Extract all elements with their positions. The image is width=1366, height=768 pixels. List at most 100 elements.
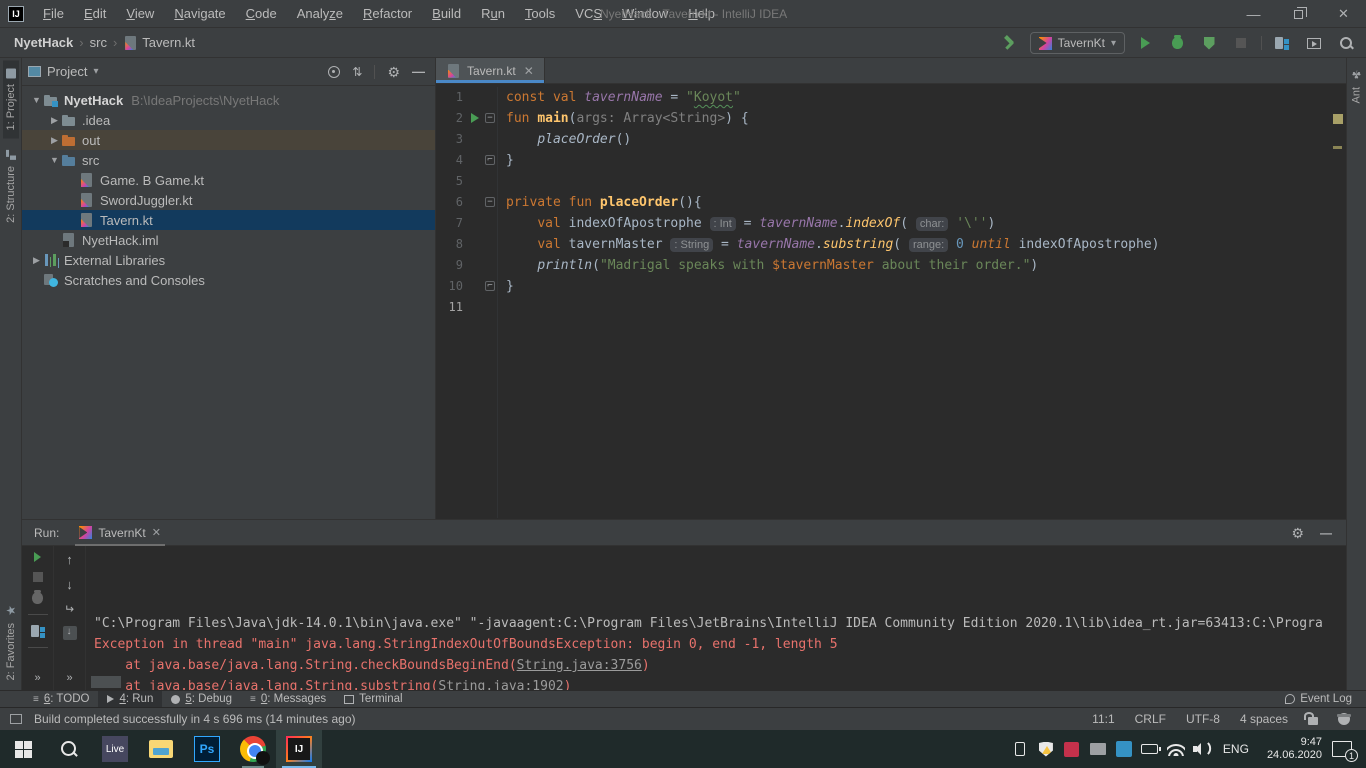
stop-button[interactable] (33, 572, 43, 582)
display-tray-icon[interactable] (1085, 730, 1111, 768)
taskbar-intellij[interactable]: IJ (276, 730, 322, 768)
event-log-button[interactable]: Event Log (1285, 693, 1366, 705)
messenger-tray-icon[interactable] (1111, 730, 1137, 768)
menu-refactor[interactable]: Refactor (354, 3, 421, 24)
wifi-tray-icon[interactable] (1163, 730, 1189, 768)
gear-icon[interactable]: ⚙ (1291, 526, 1304, 540)
fold-marker[interactable]: − (485, 113, 495, 123)
taskbar-live-app[interactable]: Live (92, 730, 138, 768)
run-line-icon[interactable] (471, 113, 479, 123)
scrollbar-thumb[interactable] (91, 676, 121, 688)
notification-center-button[interactable]: 1 (1332, 741, 1352, 757)
up-stack-trace-button[interactable]: ↑ (66, 552, 73, 567)
remote-app-tray-icon[interactable] (1059, 730, 1085, 768)
run-console[interactable]: "C:\Program Files\Java\jdk-14.0.1\bin\ja… (86, 546, 1346, 690)
code-editor[interactable]: 12−34⌐56−78910⌐11 const val tavernName =… (436, 84, 1346, 518)
tree-item-nyethack-iml[interactable]: NyetHack.iml (22, 230, 435, 250)
project-view-select[interactable]: Project ▾ (28, 64, 328, 79)
breadcrumb-item[interactable]: src (86, 33, 111, 52)
search-everywhere-button[interactable] (1334, 32, 1358, 54)
run-configuration-select[interactable]: TavernKt ▾ (1030, 32, 1125, 54)
editor-tab-tavern-kt[interactable]: Tavern.kt✕ (436, 58, 545, 83)
gear-icon[interactable]: ⚙ (387, 65, 400, 79)
menu-run[interactable]: Run (472, 3, 514, 24)
debug-button[interactable] (1165, 32, 1189, 54)
menu-navigate[interactable]: Navigate (165, 3, 234, 24)
usb-tray-icon[interactable] (1007, 730, 1033, 768)
rerun-failed-icon[interactable] (32, 592, 43, 604)
hide-panel-button[interactable]: — (1320, 526, 1332, 540)
toolwindow-button-5--debug[interactable]: 5: Debug (162, 691, 241, 708)
tree-item-external-libraries[interactable]: ▶External Libraries (22, 250, 435, 270)
toolwindow-button-0--messages[interactable]: ≡0: Messages (241, 691, 335, 708)
taskbar-photoshop[interactable]: Ps (184, 730, 230, 768)
warning-stripe-mark[interactable] (1333, 146, 1342, 149)
run-tab[interactable]: TavernKt ✕ (71, 520, 169, 546)
tree-expand-arrow[interactable]: ▶ (30, 255, 43, 266)
menu-view[interactable]: View (117, 3, 163, 24)
toolwindow-button-4--run[interactable]: 4: Run (98, 691, 162, 708)
fold-marker[interactable]: − (485, 197, 495, 207)
stripe-tab----project[interactable]: 1: Project (3, 60, 19, 138)
taskbar-clock[interactable]: 9:47 24.06.2020 (1257, 736, 1332, 762)
run-button[interactable] (1133, 32, 1157, 54)
close-icon[interactable]: ✕ (152, 526, 161, 539)
build-hammer-button[interactable] (998, 32, 1022, 54)
tree-item-swordjuggler-kt[interactable]: SwordJuggler.kt (22, 190, 435, 210)
menu-analyze[interactable]: Analyze (288, 3, 352, 24)
more-actions-button[interactable]: » (34, 672, 40, 684)
more-actions-button[interactable]: » (66, 672, 72, 684)
minimize-button[interactable]: — (1231, 0, 1276, 28)
tree-item-scratches-and-consoles[interactable]: Scratches and Consoles (22, 270, 435, 290)
stack-trace-link[interactable]: String.java:3756 (517, 658, 642, 673)
fold-marker[interactable]: ⌐ (485, 281, 495, 291)
close-button[interactable]: ✕ (1321, 0, 1366, 28)
start-button[interactable] (0, 730, 46, 768)
language-indicator[interactable]: ENG (1215, 742, 1257, 756)
fold-marker[interactable]: ⌐ (485, 155, 495, 165)
project-structure-button[interactable] (1270, 32, 1294, 54)
breadcrumb-item[interactable]: Tavern.kt (119, 33, 199, 52)
hide-panel-button[interactable]: — (412, 64, 425, 79)
coverage-button[interactable] (1197, 32, 1221, 54)
tree-item-src[interactable]: ▼src (22, 150, 435, 170)
scroll-to-end-button[interactable] (63, 626, 77, 640)
taskbar-chrome[interactable] (230, 730, 276, 768)
stop-button[interactable] (1229, 32, 1253, 54)
tree-expand-arrow[interactable]: ▼ (30, 95, 43, 105)
menu-edit[interactable]: Edit (75, 3, 115, 24)
stripe-tab----favorites[interactable]: 2: Favorites★ (2, 595, 20, 688)
dashboard-icon[interactable] (31, 625, 45, 637)
restore-button[interactable] (1276, 0, 1321, 28)
menu-file[interactable]: File (34, 3, 73, 24)
stack-trace-link[interactable]: String.java:1902 (438, 679, 563, 690)
tree-item--idea[interactable]: ▶.idea (22, 110, 435, 130)
close-icon[interactable]: ✕ (524, 64, 534, 78)
toolwindow-button-6--todo[interactable]: ≡6: TODO (24, 691, 98, 708)
toolwindow-button-terminal[interactable]: Terminal (335, 691, 411, 708)
run-anything-button[interactable] (1302, 32, 1326, 54)
tree-expand-arrow[interactable]: ▶ (48, 135, 61, 146)
defender-tray-icon[interactable] (1033, 730, 1059, 768)
taskbar-explorer[interactable] (138, 730, 184, 768)
status-message[interactable]: Build completed successfully in 4 s 696 … (34, 712, 356, 726)
menu-build[interactable]: Build (423, 3, 470, 24)
caret-position[interactable]: 11:1 (1092, 712, 1114, 726)
indent-setting[interactable]: 4 spaces (1240, 712, 1288, 726)
breadcrumb-item[interactable]: NyetHack (10, 33, 77, 52)
tree-item-game--b-game-kt[interactable]: Game. B Game.kt (22, 170, 435, 190)
line-separator[interactable]: CRLF (1135, 712, 1166, 726)
power-tray-icon[interactable] (1137, 730, 1163, 768)
taskbar-search-button[interactable] (46, 730, 92, 768)
inspection-indicator-icon[interactable] (1333, 114, 1343, 124)
rerun-button[interactable] (34, 552, 41, 562)
collapse-all-button[interactable]: ⇅ (352, 65, 362, 79)
menu-tools[interactable]: Tools (516, 3, 564, 24)
lock-icon[interactable] (1308, 717, 1318, 725)
tree-item-tavern-kt[interactable]: Tavern.kt (22, 210, 435, 230)
stripe-tab-ant[interactable]: Ant☘ (1348, 60, 1365, 112)
menu-code[interactable]: Code (237, 3, 286, 24)
down-stack-trace-button[interactable]: ↓ (66, 577, 73, 592)
stripe-tab----structure[interactable]: 2: Structure (3, 142, 19, 231)
tree-item-out[interactable]: ▶out (22, 130, 435, 150)
